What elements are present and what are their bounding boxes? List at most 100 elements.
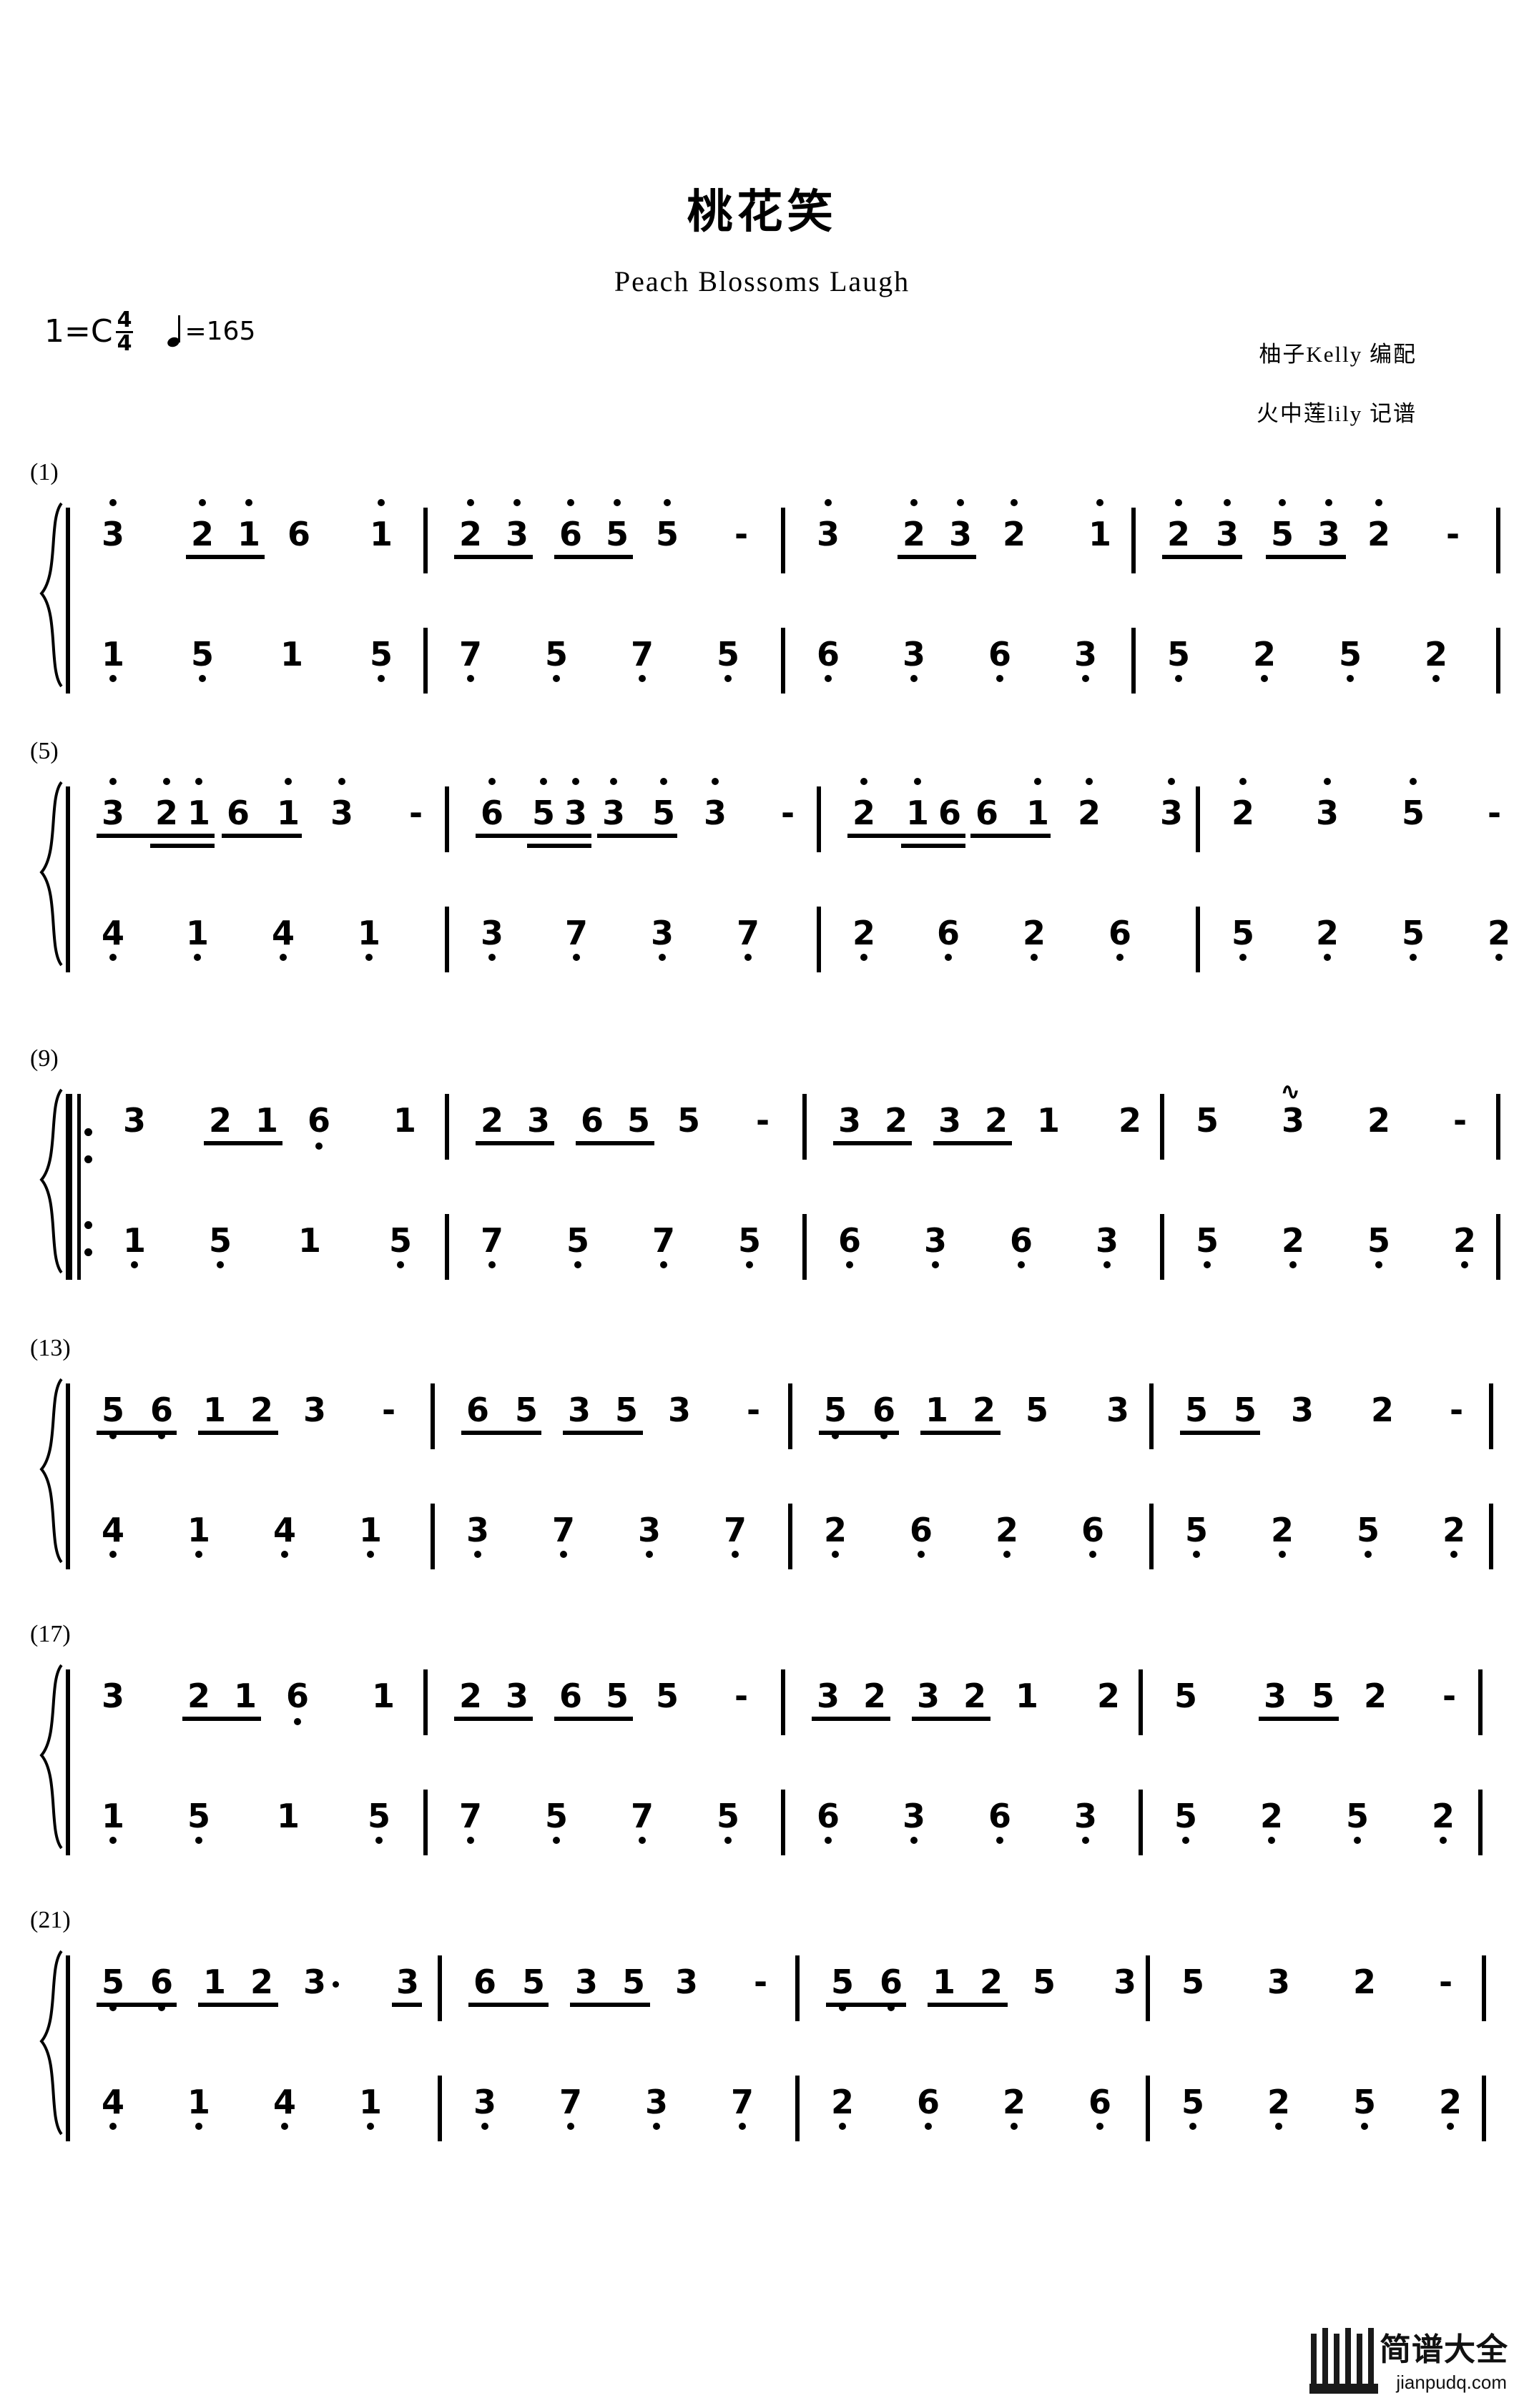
octave-up-dot bbox=[338, 778, 345, 785]
melody-note: 6 bbox=[559, 499, 582, 551]
melody-note: 3 bbox=[1106, 1391, 1130, 1429]
end-barline-upper bbox=[1489, 1383, 1493, 1449]
melody-note: 2 bbox=[980, 1963, 1003, 2001]
melody-note: 6 bbox=[880, 1965, 903, 2011]
barline-lower bbox=[431, 1504, 435, 1569]
bass-note: 2 bbox=[1023, 917, 1046, 961]
barline bbox=[66, 786, 70, 972]
octave-down-dot bbox=[365, 954, 373, 961]
bass-note: 5 bbox=[1167, 638, 1190, 682]
bass-note: 2 bbox=[1488, 917, 1510, 961]
bass-note: 4 bbox=[273, 2086, 296, 2130]
octave-down-dot bbox=[1003, 1551, 1011, 1558]
octave-down-dot bbox=[910, 675, 918, 682]
melody-note: 1 bbox=[234, 1677, 257, 1715]
octave-up-dot bbox=[1239, 778, 1247, 785]
melody-note: 1 bbox=[203, 1391, 227, 1429]
piano-keyboard-icon bbox=[1309, 2328, 1378, 2394]
octave-down-dot bbox=[825, 1837, 832, 1844]
barline-upper bbox=[1131, 508, 1136, 573]
octave-down-dot bbox=[194, 954, 201, 961]
octave-up-dot bbox=[664, 499, 671, 506]
bass-note: 6 bbox=[937, 917, 960, 961]
melody-note: 6 bbox=[481, 778, 503, 829]
melody-note: 2 bbox=[250, 1391, 274, 1429]
bass-note: 4 bbox=[102, 1514, 124, 1558]
melody-note: 6 bbox=[938, 794, 962, 832]
hold-dash: - bbox=[409, 794, 423, 832]
barline-upper bbox=[802, 1094, 807, 1160]
melody-note: 2 bbox=[852, 778, 875, 829]
melody-note: 5 bbox=[606, 499, 629, 551]
time-signature-numerator: 4 bbox=[115, 307, 134, 333]
octave-up-dot bbox=[467, 499, 474, 506]
octave-down-dot bbox=[1031, 954, 1038, 961]
octave-down-dot bbox=[281, 1551, 288, 1558]
octave-down-dot bbox=[1354, 1837, 1361, 1844]
bass-note: 5 bbox=[1346, 1800, 1369, 1844]
bass-note: 3 bbox=[903, 638, 925, 682]
melody-note: 5 bbox=[1271, 499, 1294, 551]
melody-note: 1 bbox=[255, 1101, 279, 1140]
melody-note: 1 bbox=[187, 778, 210, 829]
melody-note: 5 bbox=[652, 778, 675, 829]
melody-note: 2 bbox=[885, 1101, 908, 1140]
watermark: 简谱大全 jianpudq.com bbox=[1304, 2315, 1511, 2401]
barline-lower bbox=[802, 1214, 807, 1280]
bass-note: 6 bbox=[910, 1514, 933, 1558]
melody-note: 6 bbox=[975, 794, 999, 832]
bass-note: 2 bbox=[1003, 2086, 1026, 2130]
beam-line bbox=[476, 1141, 554, 1145]
octave-down-dot bbox=[195, 1551, 202, 1558]
hold-dash: - bbox=[1442, 1677, 1457, 1715]
bass-note: 3 bbox=[645, 2086, 668, 2130]
octave-down-dot bbox=[746, 1261, 753, 1268]
bass-note: 2 bbox=[1282, 1224, 1304, 1268]
melody-note: 6 bbox=[559, 1677, 583, 1715]
octave-down-dot bbox=[1193, 1551, 1200, 1558]
octave-down-dot bbox=[367, 1551, 374, 1558]
octave-up-dot bbox=[540, 778, 547, 785]
bass-note: 3 bbox=[924, 1224, 947, 1268]
grand-staff-brace-icon bbox=[37, 1378, 66, 1564]
bass-note: 5 bbox=[1232, 917, 1254, 961]
melody-note: 2 bbox=[155, 778, 178, 829]
octave-up-dot bbox=[1096, 499, 1103, 506]
melody-note: 3 bbox=[917, 1677, 940, 1715]
octave-down-dot bbox=[315, 1143, 323, 1150]
octave-down-dot bbox=[560, 1551, 567, 1558]
barline-lower bbox=[445, 907, 449, 972]
melody-note: 3 bbox=[1317, 499, 1340, 551]
bass-note: 5 bbox=[566, 1224, 589, 1268]
measure-number: (17) bbox=[30, 1621, 71, 1647]
octave-down-dot bbox=[945, 954, 952, 961]
bass-note: 5 bbox=[1196, 1224, 1219, 1268]
bass-note: 1 bbox=[186, 917, 209, 961]
octave-down-dot bbox=[109, 2123, 117, 2130]
octave-up-dot bbox=[1375, 499, 1382, 506]
melody-note: 6 bbox=[466, 1391, 490, 1429]
hold-dash: - bbox=[1488, 794, 1502, 832]
bass-note: 5 bbox=[717, 1800, 739, 1844]
beam-line bbox=[454, 555, 533, 559]
hold-dash: - bbox=[747, 1391, 761, 1429]
octave-down-dot bbox=[109, 954, 117, 961]
bass-note: 2 bbox=[1432, 1800, 1455, 1844]
octave-down-dot bbox=[467, 1837, 474, 1844]
melody-note: 3 bbox=[102, 499, 124, 551]
melody-note: 3 bbox=[506, 499, 529, 551]
octave-up-dot bbox=[712, 778, 719, 785]
credit-transcriber: 火中莲lily 记谱 bbox=[1256, 401, 1417, 426]
octave-down-dot bbox=[860, 954, 867, 961]
melody-note: 2 bbox=[1078, 778, 1101, 829]
octave-down-dot bbox=[131, 1261, 138, 1268]
octave-up-dot bbox=[1279, 499, 1286, 506]
bass-note: 7 bbox=[724, 1514, 747, 1558]
octave-down-dot bbox=[1082, 1837, 1089, 1844]
bass-note: 7 bbox=[631, 638, 654, 682]
bass-note: 5 bbox=[209, 1224, 232, 1268]
bass-note: 1 bbox=[123, 1224, 146, 1268]
melody-note: 5 bbox=[1185, 1391, 1209, 1429]
bass-note: 5 bbox=[545, 638, 568, 682]
melody-note: 1 bbox=[1016, 1677, 1039, 1715]
